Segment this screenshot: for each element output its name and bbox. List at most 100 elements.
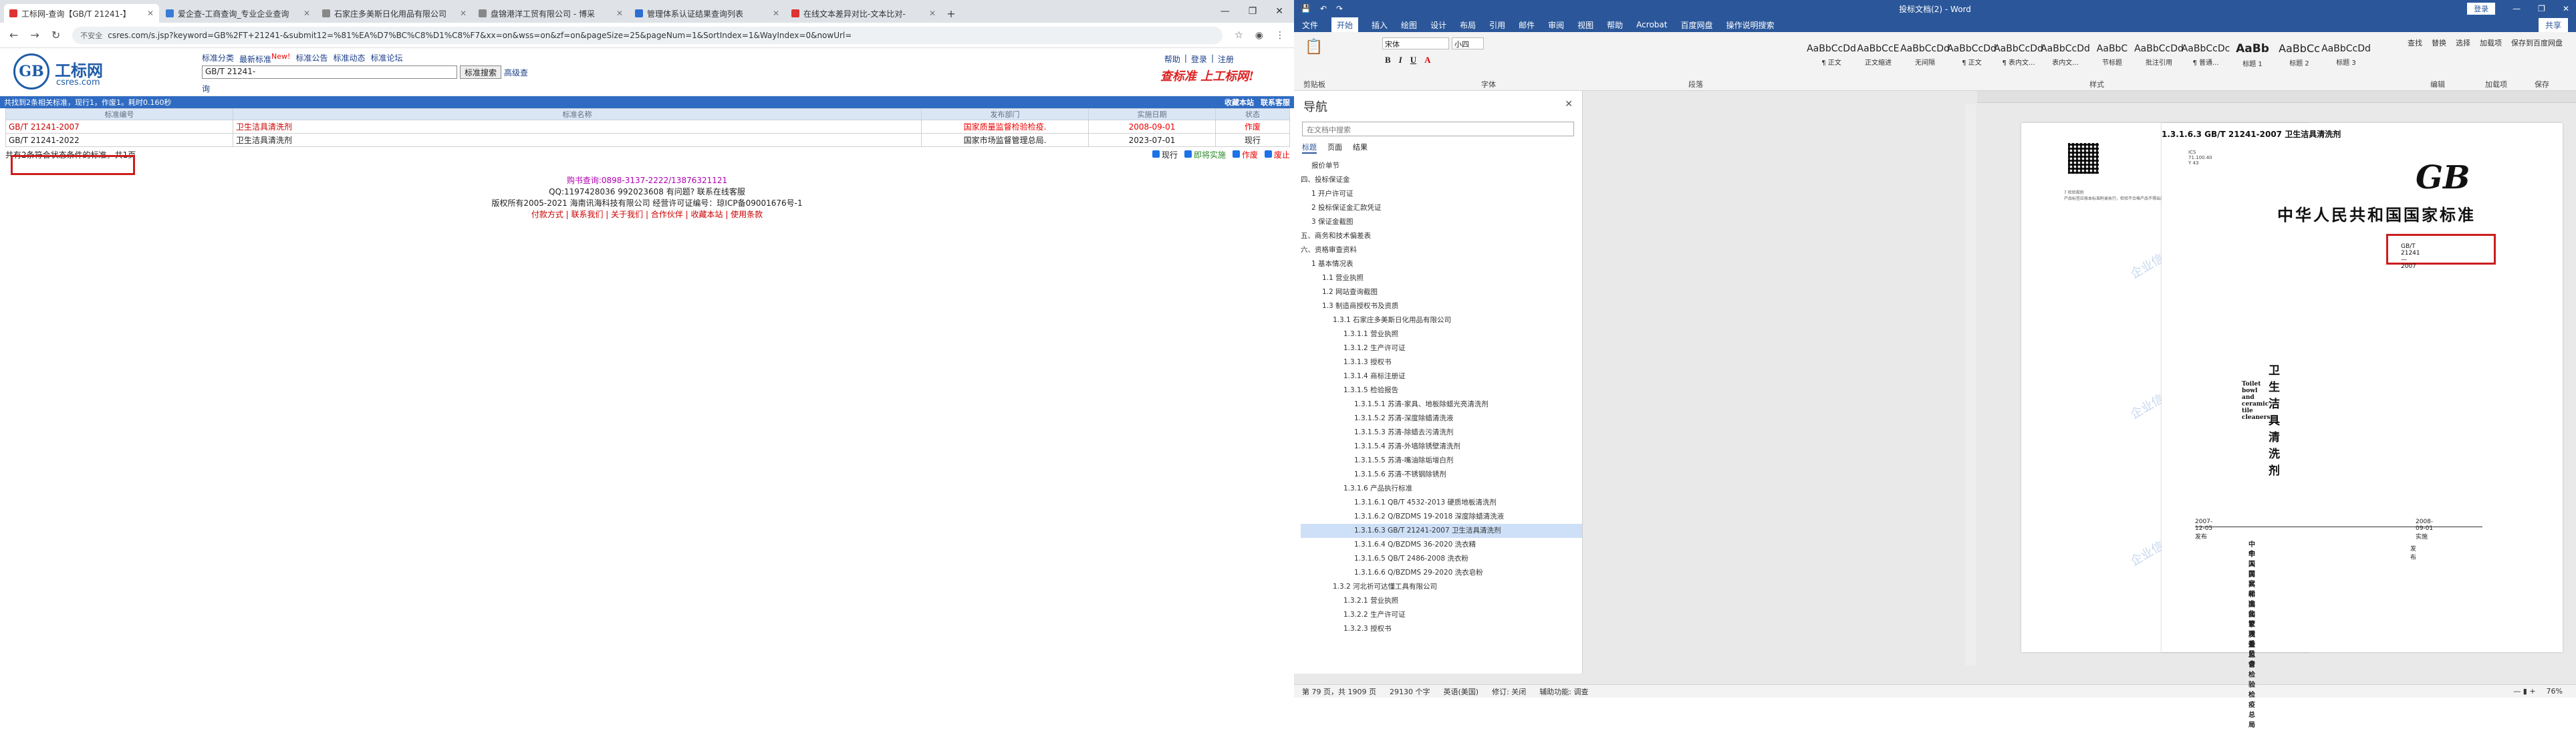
- bookmark-site-link[interactable]: 收藏本站: [1225, 97, 1254, 108]
- nav-tree-item[interactable]: 1.3.2.2 生产许可证: [1301, 608, 1582, 622]
- nav-tree-item[interactable]: 1.3.1.2 生产许可证: [1301, 341, 1582, 355]
- filter-obsolete[interactable]: 作废: [1232, 149, 1258, 160]
- nav-tree-item[interactable]: 1.3.1.5.4 苏清-外墙除锈壁清洗剂: [1301, 440, 1582, 454]
- font-color-button[interactable]: A: [1424, 55, 1430, 65]
- login-link[interactable]: 登录: [1191, 53, 1207, 65]
- tab-baidu[interactable]: 百度网盘: [1680, 19, 1712, 31]
- style-item[interactable]: AaBbCcDd 无间隔: [1900, 35, 1950, 75]
- page-count[interactable]: 第 79 页，共 1909 页: [1302, 686, 1376, 697]
- nav-tree-item[interactable]: 1.3.1.6.6 Q/BZDMS 29-2020 洗衣皂粉: [1301, 566, 1582, 580]
- nav-tree-item[interactable]: 六、资格审查资料: [1301, 243, 1582, 257]
- nav-tree-item[interactable]: 1 开户许可证: [1301, 187, 1582, 201]
- tab-review[interactable]: 审阅: [1548, 19, 1564, 31]
- tab-help[interactable]: 帮助: [1607, 19, 1623, 31]
- zoom-slider[interactable]: — ▮ +: [2513, 687, 2535, 696]
- forward-icon[interactable]: →: [30, 29, 39, 41]
- share-button[interactable]: 共享: [2538, 17, 2568, 32]
- search-input[interactable]: GB/T 21241-: [202, 65, 457, 79]
- nav-search-input[interactable]: 在文档中搜索: [1302, 122, 1574, 136]
- site-logo[interactable]: GB 工标网 csres.com: [13, 53, 114, 92]
- nav-tree-item[interactable]: 1.3.1.3 授权书: [1301, 355, 1582, 370]
- style-item[interactable]: AaBbC 节标题: [2089, 35, 2135, 75]
- close-icon[interactable]: ✕: [1565, 99, 1573, 110]
- font-name-select[interactable]: 宋体: [1382, 37, 1449, 49]
- new-tab-button[interactable]: +: [942, 4, 960, 23]
- find-button[interactable]: 查找: [2408, 37, 2422, 48]
- nav-tree-item[interactable]: 1.3.1.5.3 苏清-除蜡去污清洗剂: [1301, 426, 1582, 440]
- profile-icon[interactable]: ◉: [1255, 30, 1263, 41]
- nav-tree-item[interactable]: 1.3.2.3 授权书: [1301, 622, 1582, 636]
- tab-acrobat[interactable]: Acrobat: [1636, 20, 1667, 29]
- tab-mailings[interactable]: 邮件: [1519, 19, 1535, 31]
- style-item[interactable]: AaBbCcDd ¶ 正文: [1947, 35, 1997, 75]
- style-item[interactable]: AaBbCcDd ¶ 表内文...: [1994, 35, 2043, 75]
- advanced-search-link-wrap[interactable]: 询: [202, 83, 210, 94]
- filter-abolished[interactable]: 废止: [1264, 149, 1290, 160]
- style-item[interactable]: AaBbCcE 正文缩进: [1855, 35, 1901, 75]
- replace-button[interactable]: 替换: [2432, 37, 2446, 48]
- tab-layout[interactable]: 布局: [1460, 19, 1476, 31]
- tab-view[interactable]: 视图: [1577, 19, 1593, 31]
- address-bar[interactable]: 不安全 csres.com/s.jsp?keyword=GB%2FT+21241-…: [72, 26, 1223, 44]
- tab-file[interactable]: 文件: [1302, 19, 1318, 31]
- menu-icon[interactable]: ⋮: [1275, 30, 1285, 41]
- nav-tab-results[interactable]: 结果: [1353, 142, 1368, 154]
- nav-link[interactable]: 标准论坛: [370, 52, 402, 65]
- redo-icon[interactable]: ↷: [1336, 4, 1343, 13]
- help-link[interactable]: 帮助: [1164, 53, 1180, 65]
- nav-link[interactable]: 标准动态: [333, 52, 365, 65]
- register-link[interactable]: 注册: [1218, 53, 1234, 65]
- standard-code-link[interactable]: GB/T 21241-2022: [5, 133, 233, 147]
- tab-references[interactable]: 引用: [1489, 19, 1505, 31]
- nav-tree-item[interactable]: 1.3.1.6.2 Q/BZDMS 19-2018 深度除蜡清洗液: [1301, 510, 1582, 524]
- language[interactable]: 英语(美国): [1443, 686, 1478, 697]
- save-baidu-button[interactable]: 保存到百度网盘: [2511, 37, 2563, 48]
- tab-design[interactable]: 设计: [1430, 19, 1446, 31]
- bookmark-star-icon[interactable]: ☆: [1235, 30, 1243, 41]
- browser-tab[interactable]: 石家庄多美斯日化用品有限公司 ✕: [317, 4, 472, 23]
- security-warning[interactable]: 不安全: [80, 30, 102, 41]
- italic-button[interactable]: I: [1399, 55, 1402, 65]
- style-item[interactable]: AaBbCcDd 批注引用: [2134, 35, 2184, 75]
- close-tab-icon[interactable]: ✕: [616, 9, 623, 18]
- style-item[interactable]: AaBbCcDd 表内文...: [2041, 35, 2090, 75]
- close-tab-icon[interactable]: ✕: [460, 9, 467, 18]
- nav-tree-item[interactable]: 1.3 制造商授权书及资质: [1301, 299, 1582, 313]
- close-tab-icon[interactable]: ✕: [147, 9, 154, 18]
- nav-tree-item[interactable]: 1 基本情况表: [1301, 257, 1582, 271]
- contact-service-link[interactable]: 联系客服: [1261, 97, 1290, 108]
- maximize-icon[interactable]: ❐: [2538, 4, 2545, 13]
- accessibility[interactable]: 辅助功能: 调查: [1539, 686, 1588, 697]
- back-icon[interactable]: ←: [9, 29, 18, 41]
- nav-tree-item[interactable]: 1.3.1.5 检验报告: [1301, 384, 1582, 398]
- nav-tree-item[interactable]: 1.3.1.4 商标注册证: [1301, 370, 1582, 384]
- font-size-select[interactable]: 小四: [1452, 37, 1484, 49]
- standard-name-link[interactable]: 卫生洁具清洗剂: [233, 133, 922, 147]
- minimize-icon[interactable]: —: [1220, 6, 1230, 17]
- nav-tree-item[interactable]: 1.3.2.1 营业执照: [1301, 594, 1582, 608]
- browser-tab[interactable]: 盘锦港洋工贸有限公司 - 博采 ✕: [473, 4, 628, 23]
- browser-tab[interactable]: 管理体系认证结果查询列表 ✕: [630, 4, 785, 23]
- nav-tree-item[interactable]: 1.3.1.6 产品执行标准: [1301, 482, 1582, 496]
- browser-tab[interactable]: 爱企查-工商查询_专业企业查询 ✕: [160, 4, 315, 23]
- close-tab-icon[interactable]: ✕: [303, 9, 310, 18]
- style-item[interactable]: AaBbCcDd 标题 3: [2321, 35, 2371, 75]
- search-button[interactable]: 标准搜索: [460, 65, 502, 79]
- nav-tree-item[interactable]: 五、商务和技术偏差表: [1301, 229, 1582, 243]
- nav-tree-item[interactable]: 1.3.1.5.5 苏清-嘴油除垢增白剂: [1301, 454, 1582, 468]
- close-window-icon[interactable]: ✕: [1275, 6, 1283, 17]
- save-icon[interactable]: 💾: [1301, 4, 1311, 13]
- undo-icon[interactable]: ↶: [1320, 4, 1327, 13]
- nav-tree-item[interactable]: 1.1 营业执照: [1301, 271, 1582, 285]
- underline-button[interactable]: U: [1410, 55, 1416, 65]
- nav-tree-item[interactable]: 四、投标保证金: [1301, 173, 1582, 187]
- filter-upcoming[interactable]: 即将实施: [1184, 149, 1226, 160]
- standard-name-link[interactable]: 卫生洁具清洗剂: [233, 120, 922, 134]
- login-button[interactable]: 登录: [2467, 3, 2496, 15]
- standard-code-link[interactable]: GB/T 21241-2007: [5, 120, 233, 134]
- tab-draw[interactable]: 绘图: [1401, 19, 1417, 31]
- bold-button[interactable]: B: [1385, 55, 1391, 65]
- nav-tree-item[interactable]: 2 投标保证金汇款凭证: [1301, 201, 1582, 215]
- nav-tree-item[interactable]: 1.3.1.6.1 QB/T 4532-2013 硬质地板清洗剂: [1301, 496, 1582, 510]
- tell-me-search[interactable]: 操作说明搜索: [1726, 19, 1774, 31]
